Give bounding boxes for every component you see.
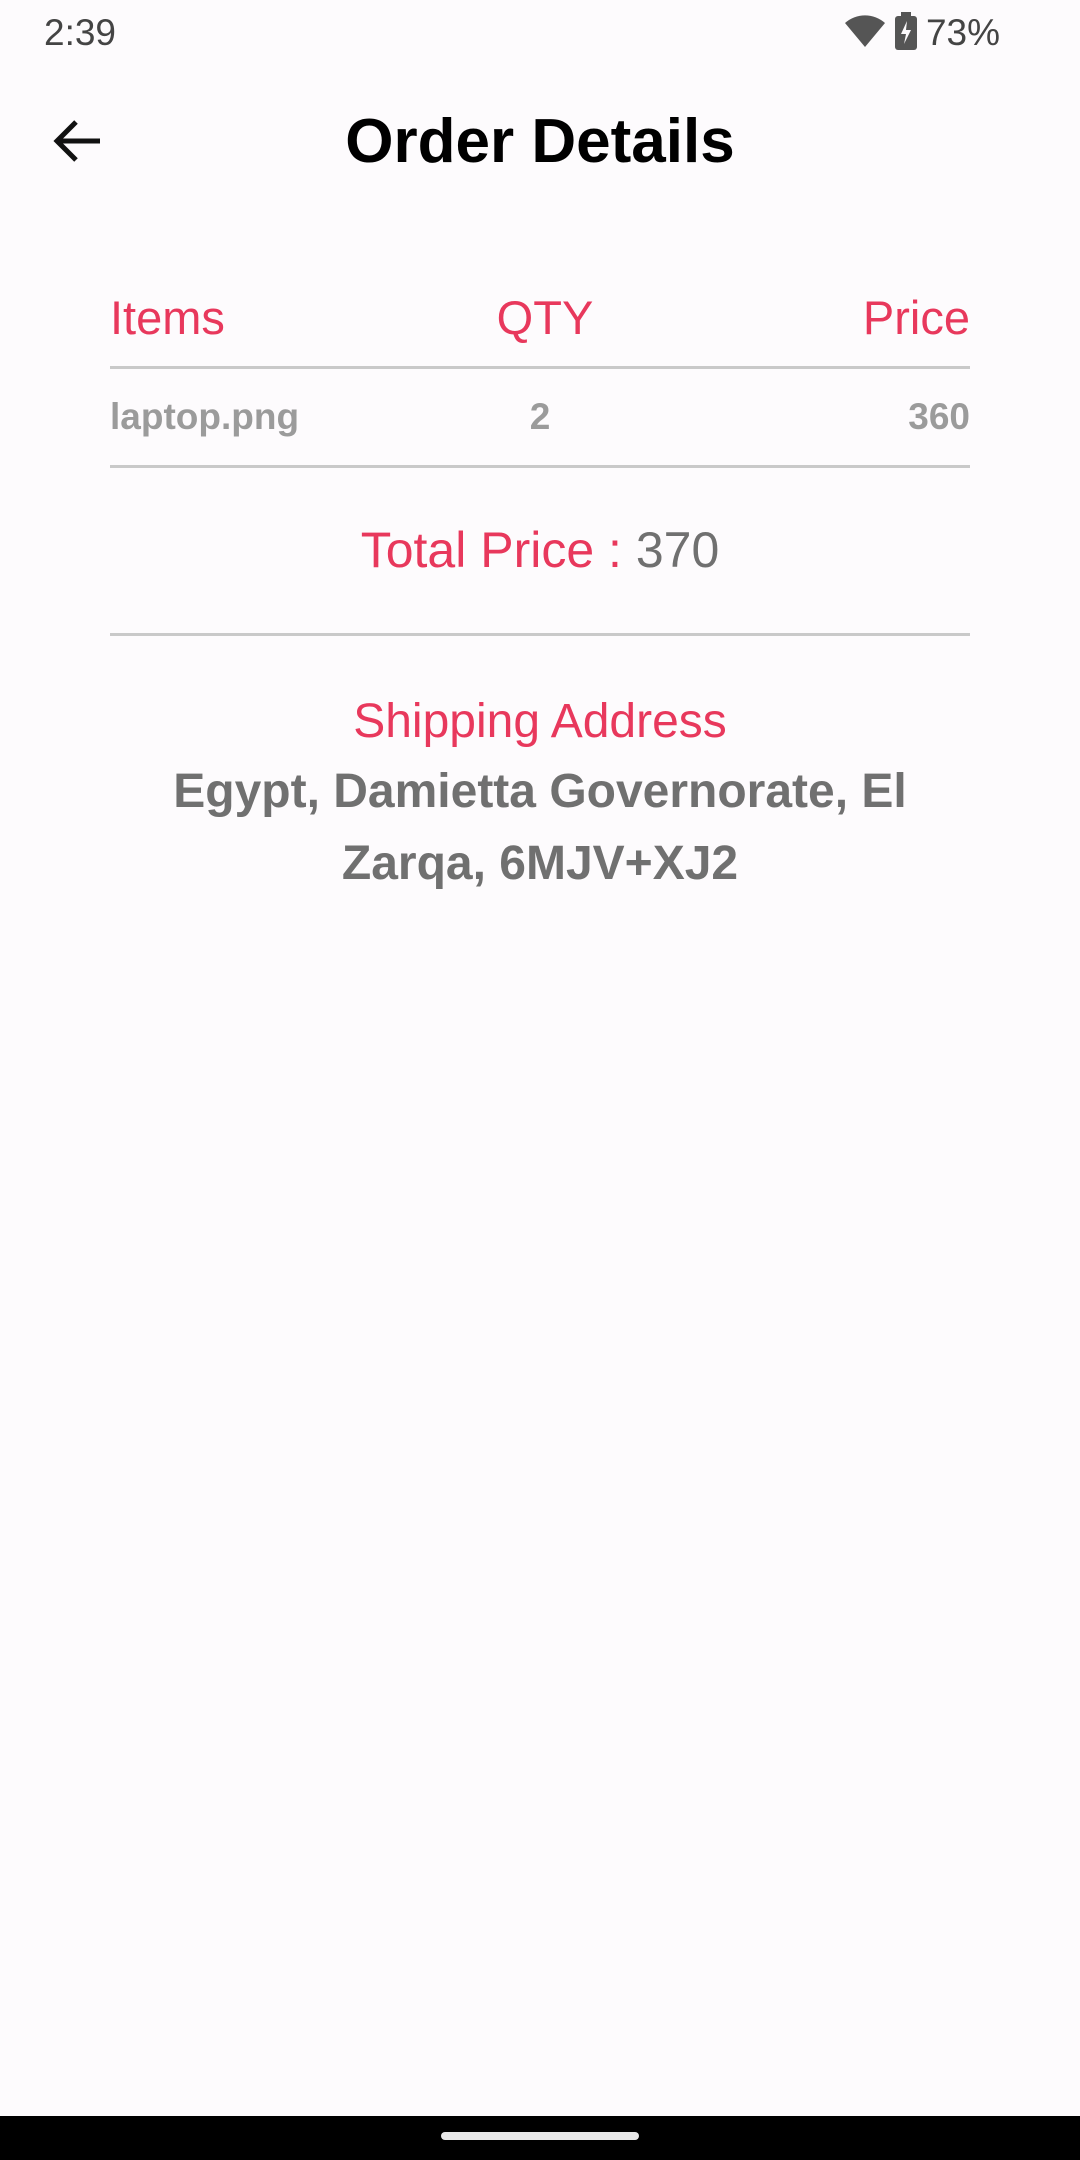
table-row: laptop.png 2 360 xyxy=(110,369,970,468)
shipping-address-text: Egypt, Damietta Governorate, El Zarqa, 6… xyxy=(173,765,907,890)
status-bar: 2:39 73% xyxy=(0,0,1080,66)
status-icons: 73% xyxy=(844,10,1000,56)
order-items-table: Items QTY Price laptop.png 2 360 xyxy=(110,268,970,468)
total-price-value: 370 xyxy=(635,522,720,578)
table-header-row: Items QTY Price xyxy=(110,268,970,369)
status-time: 2:39 xyxy=(44,12,117,53)
page-title: Order Details xyxy=(345,107,735,176)
home-indicator[interactable] xyxy=(441,2132,639,2140)
item-name: laptop.png xyxy=(110,396,300,437)
column-header-price: Price xyxy=(862,290,970,344)
total-price-label: Total Price : xyxy=(360,522,636,578)
column-header-items: Items xyxy=(110,290,225,344)
item-price: 360 xyxy=(908,396,970,437)
shipping-section: Shipping Address Egypt, Damietta Governo… xyxy=(110,688,970,900)
wifi-icon xyxy=(844,14,886,53)
column-header-qty: QTY xyxy=(496,290,594,344)
item-qty: 2 xyxy=(529,396,551,437)
battery-charging-icon xyxy=(894,11,918,55)
system-navigation-bar xyxy=(0,2116,1080,2160)
app-bar: Order Details xyxy=(0,80,1080,204)
shipping-address-title: Shipping Address xyxy=(353,695,727,748)
battery-percent: 73% xyxy=(925,12,1000,53)
total-price: Total Price : 370 xyxy=(110,510,970,636)
